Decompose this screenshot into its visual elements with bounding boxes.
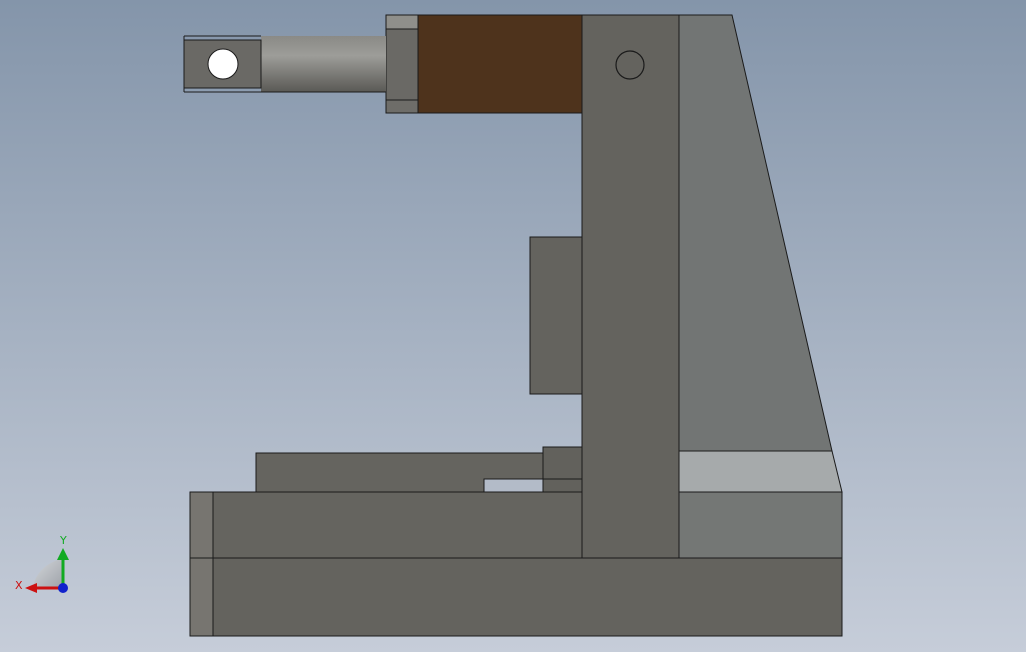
base-plate-lower-end-face[interactable] <box>189 557 214 637</box>
side-pad[interactable] <box>529 236 583 395</box>
column-pin-hole[interactable] <box>615 50 645 80</box>
cylinder-flange-bottom <box>385 99 419 114</box>
base-plate-lower[interactable] <box>189 557 843 637</box>
vertical-column[interactable] <box>581 14 680 559</box>
piston-rod[interactable] <box>261 36 386 92</box>
x-axis-label: X <box>15 579 23 592</box>
model-canvas[interactable]: Y X <box>0 0 1026 652</box>
bronze-cylinder-body[interactable] <box>417 14 583 114</box>
slide-bar-notch <box>483 478 544 493</box>
slide-bar-step[interactable] <box>542 446 583 493</box>
z-axis-dot-icon <box>58 583 68 593</box>
base-plate-upper-end-face[interactable] <box>189 491 214 559</box>
base-plate-upper[interactable] <box>189 491 583 559</box>
gusset-highlight-face[interactable] <box>678 450 843 493</box>
cad-viewport[interactable]: Y X <box>0 0 1026 652</box>
y-axis-label: Y <box>59 534 67 547</box>
support-block[interactable] <box>678 491 843 559</box>
cylinder-flange-top <box>385 14 419 30</box>
cylinder-flange[interactable] <box>385 14 419 114</box>
clevis-hole[interactable] <box>207 48 239 80</box>
